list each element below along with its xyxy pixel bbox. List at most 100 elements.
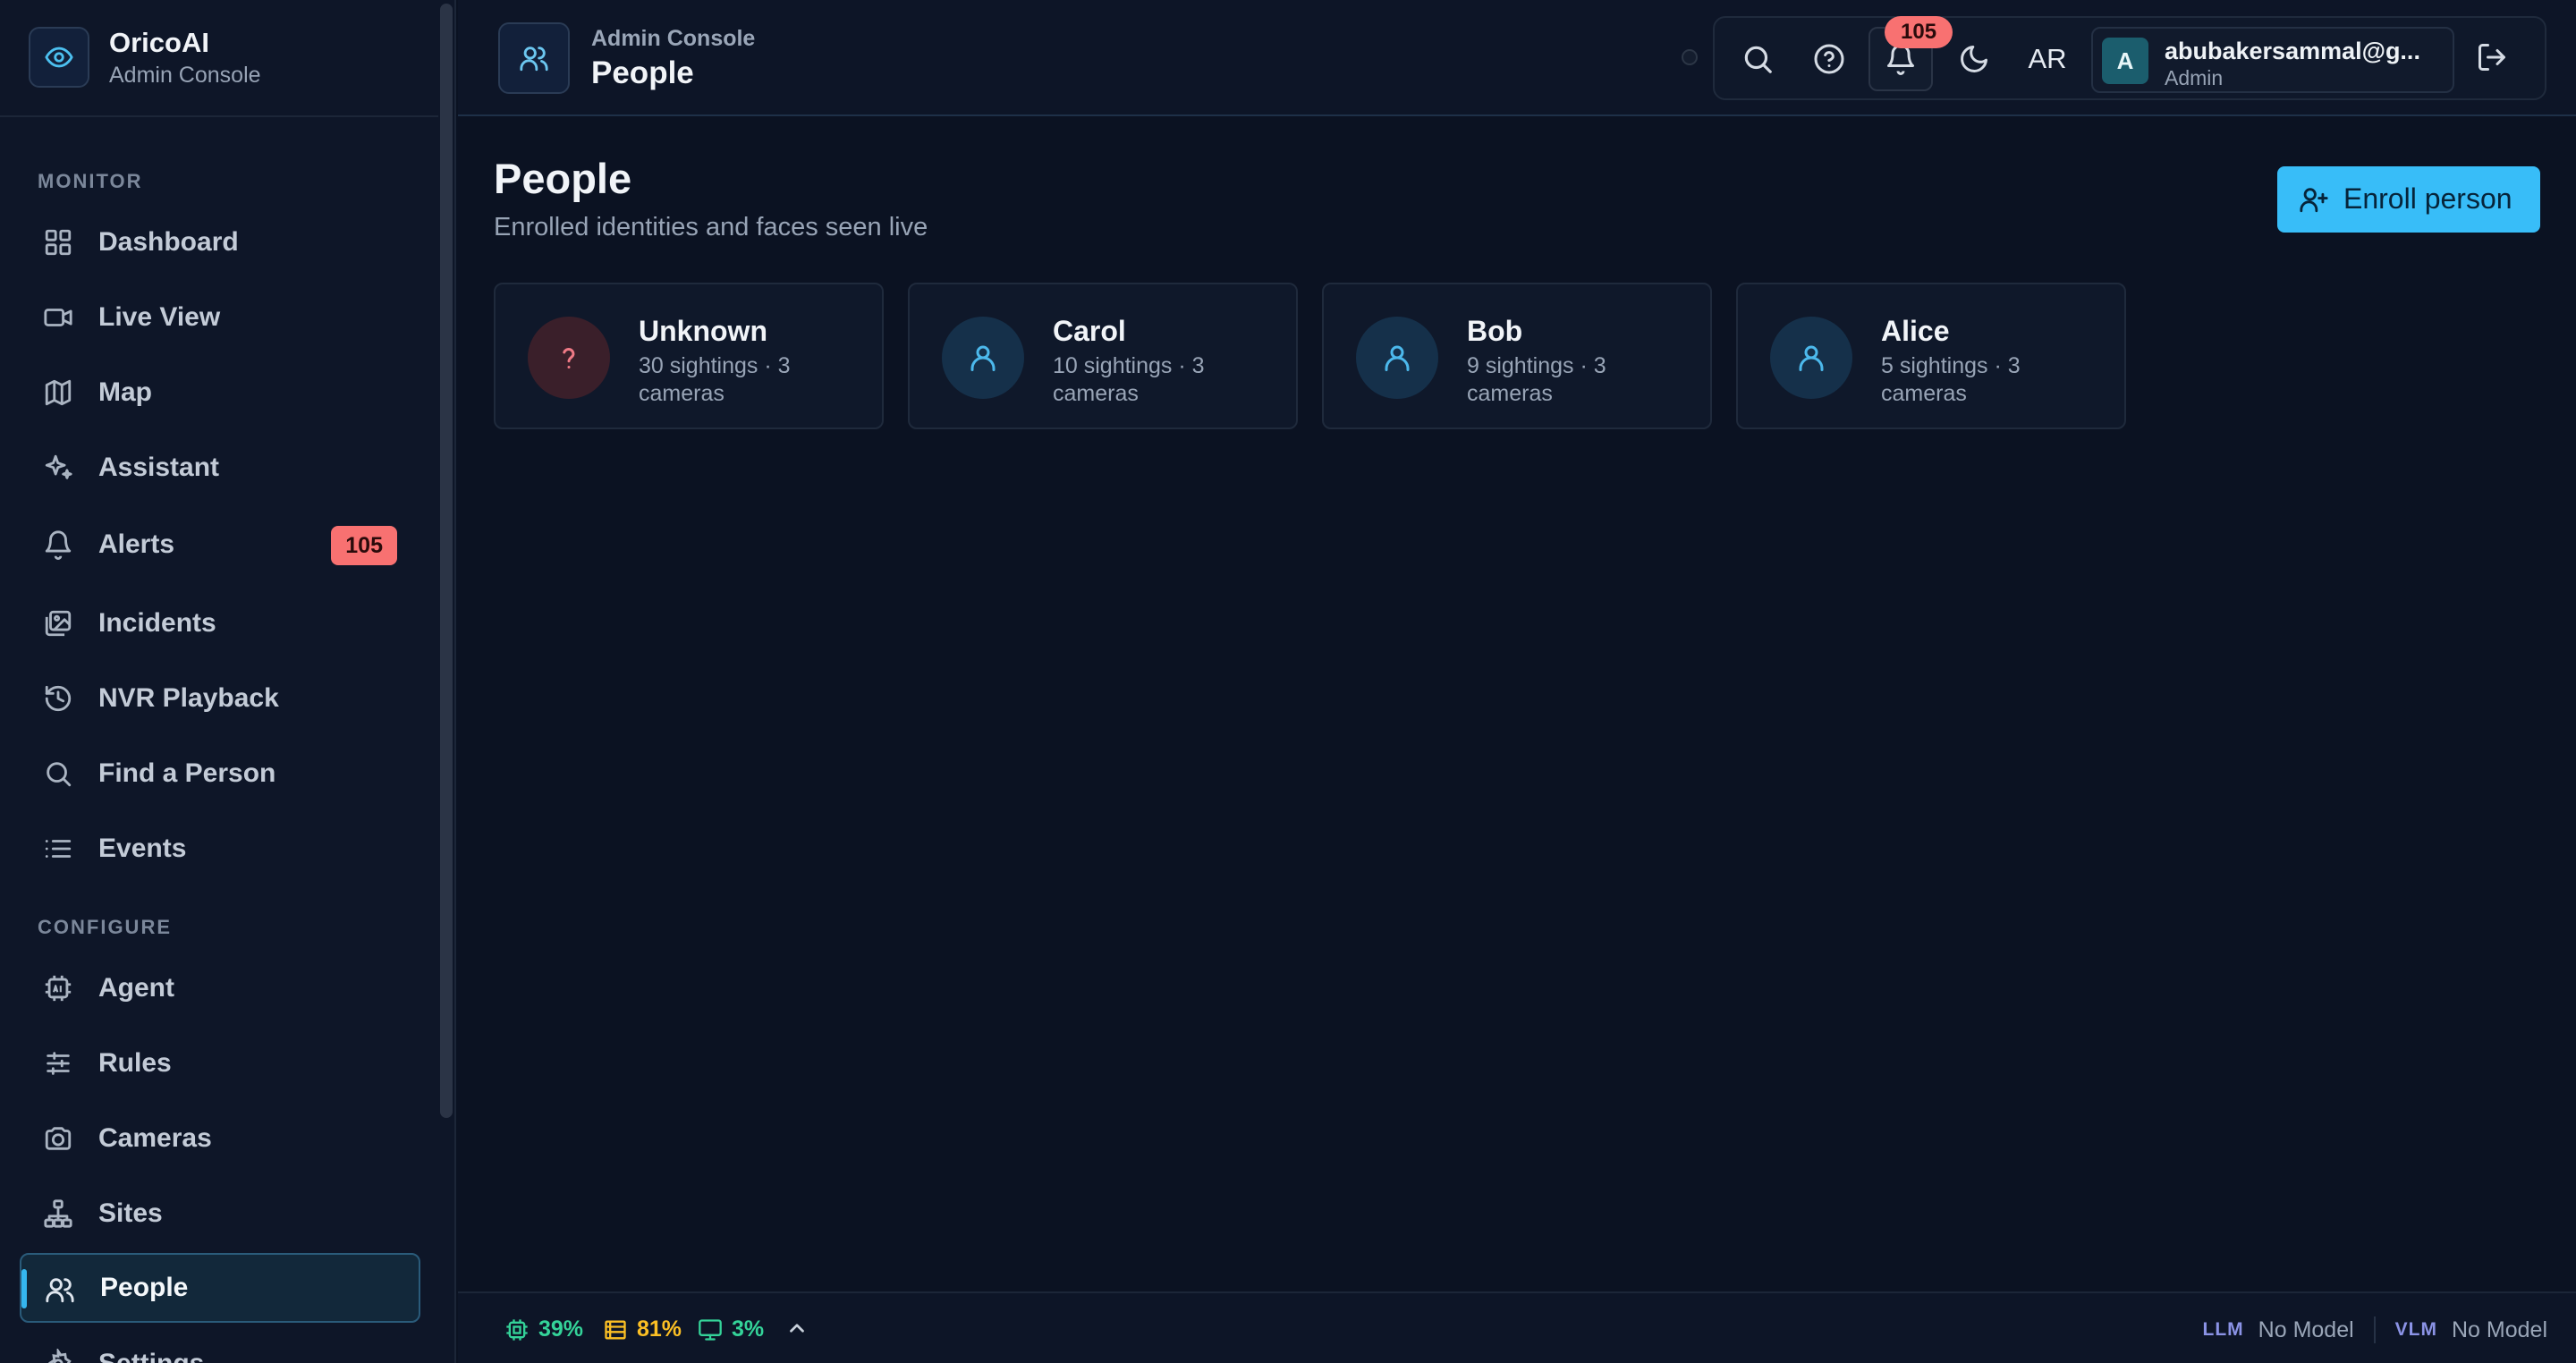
person-sightings: 9 sightings · 3 cameras [1467,353,1606,406]
memory-usage: 81% [603,1316,682,1342]
llm-value: No Model [2258,1316,2354,1342]
page-subheading: Enrolled identities and faces seen live [494,213,928,241]
sidebar-item-events[interactable]: Events [20,814,420,884]
vlm-label: VLM [2394,1319,2437,1340]
camera-icon [43,1123,73,1154]
history-icon [43,683,73,714]
page-heading: People [494,155,632,202]
cpu-icon [504,1317,530,1342]
person-name: Carol [1053,315,1126,347]
users-icon [498,22,570,94]
sidebar-item-label: Live View [98,302,221,332]
sidebar-item-label: Events [98,834,187,863]
gpu-value: 3% [732,1316,765,1342]
search-button[interactable] [1725,27,1790,91]
gpu-usage: 3% [698,1316,764,1342]
llm-label: LLM [2202,1319,2244,1340]
help-icon [1813,43,1845,75]
sidebar-item-live-view[interactable]: Live View [20,283,420,352]
ai-chip-icon [43,973,73,1003]
sidebar-item-rules[interactable]: Rules [20,1029,420,1098]
person-sightings: 30 sightings · 3 cameras [639,353,791,406]
sidebar-item-cameras[interactable]: Cameras [20,1104,420,1173]
sidebar-item-map[interactable]: Map [20,358,420,428]
person-avatar [1356,317,1438,399]
sidebar-item-label: People [100,1273,189,1302]
cpu-value: 39% [538,1316,584,1342]
alerts-count-badge: 105 [331,526,397,565]
status-bar: 39% 81% 3% LLM No Model VLM No Model [458,1291,2576,1363]
logout-button[interactable] [2460,25,2524,89]
person-sightings: 10 sightings · 3 cameras [1053,353,1205,406]
images-icon [43,608,73,639]
person-name: Bob [1467,315,1523,347]
search-icon [43,758,73,789]
video-camera-icon [43,302,73,333]
logout-icon [2476,41,2508,73]
person-sightings: 5 sightings · 3 cameras [1881,353,2021,406]
person-card-unknown[interactable]: Unknown 30 sightings · 3 cameras [494,283,884,429]
grid-icon [43,227,73,258]
sidebar-item-label: Assistant [98,453,220,482]
sidebar-item-label: Cameras [98,1123,212,1153]
sidebar-item-people[interactable]: People [20,1253,420,1323]
user-icon [1795,342,1827,374]
sliders-icon [43,1048,73,1079]
list-icon [43,834,73,864]
sidebar-item-dashboard[interactable]: Dashboard [20,207,420,277]
sidebar-item-assistant[interactable]: Assistant [20,433,420,503]
memory-value: 81% [637,1316,682,1342]
user-role: Admin [2165,66,2224,89]
page-title: People [591,55,694,90]
top-bar: Admin Console People AR A abubakersammal… [458,0,2576,116]
model-status: LLM No Model VLM No Model [2203,1316,2547,1343]
sidebar-item-label: Rules [98,1048,172,1078]
person-card-carol[interactable]: Carol 10 sightings · 3 cameras [908,283,1298,429]
bell-icon [43,529,73,560]
sidebar-item-label: Alerts [98,529,175,559]
sidebar-item-settings[interactable]: Settings [20,1329,420,1363]
person-name: Unknown [639,315,767,347]
chevron-up-icon [785,1316,809,1340]
enroll-person-button[interactable]: Enroll person [2277,166,2540,233]
memory-icon [603,1317,628,1342]
sidebar: OricoAI Admin Console MONITOR Dashboard … [0,0,456,1363]
section-label-monitor: MONITOR [38,170,143,192]
sidebar-item-nvr-playback[interactable]: NVR Playback [20,664,420,733]
monitor-icon [698,1317,723,1342]
sidebar-item-label: Incidents [98,608,216,638]
person-card-alice[interactable]: Alice 5 sightings · 3 cameras [1736,283,2126,429]
sidebar-item-incidents[interactable]: Incidents [20,588,420,658]
breadcrumb: Admin Console [591,26,756,51]
question-mark-icon [553,342,585,374]
vlm-value: No Model [2452,1316,2547,1342]
sidebar-item-label: Map [98,377,152,407]
sidebar-item-alerts[interactable]: Alerts 105 [20,510,420,580]
language-button[interactable]: AR [2015,27,2080,91]
expand-metrics-button[interactable] [785,1316,809,1340]
toolbar: AR A abubakersammal@g... Admin [1713,16,2546,100]
sidebar-scrollbar-thumb[interactable] [440,4,453,1118]
sidebar-item-agent[interactable]: Agent [20,953,420,1023]
notifications-count-badge: 105 [1885,16,1953,48]
sidebar-item-sites[interactable]: Sites [20,1179,420,1249]
map-icon [43,377,73,408]
user-menu[interactable]: A abubakersammal@g... Admin [2091,27,2454,93]
sidebar-scrollbar[interactable] [438,0,454,1363]
sidebar-item-find-a-person[interactable]: Find a Person [20,739,420,808]
sidebar-item-label: Find a Person [98,758,276,788]
users-icon [45,1274,75,1305]
sidebar-item-label: Settings [98,1349,204,1363]
person-card-bob[interactable]: Bob 9 sightings · 3 cameras [1322,283,1712,429]
enroll-person-label: Enroll person [2343,182,2512,215]
user-email: abubakersammal@g... [2165,38,2420,64]
sidebar-item-label: NVR Playback [98,683,279,713]
help-button[interactable] [1797,27,1861,91]
network-icon [43,1198,73,1229]
eye-icon [29,27,89,88]
sparkles-icon [43,453,73,483]
brand-name: OricoAI [109,27,209,58]
person-avatar [942,317,1024,399]
search-icon [1741,42,1775,76]
person-name: Alice [1881,315,1950,347]
